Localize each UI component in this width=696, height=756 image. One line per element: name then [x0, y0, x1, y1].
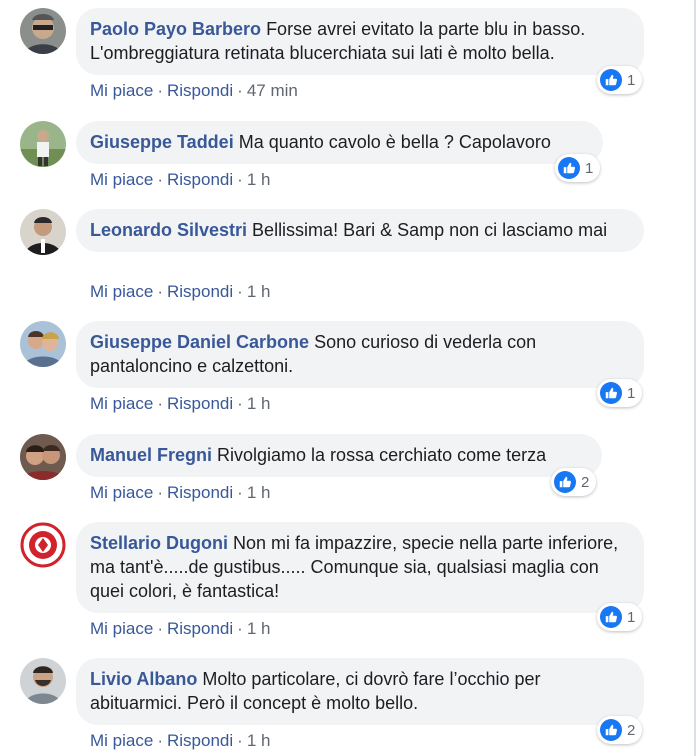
comment-bubble: Livio Albano Molto particolare, ci dovrò … [76, 658, 644, 725]
avatar[interactable] [20, 321, 66, 367]
reaction-count[interactable]: 1 [597, 66, 643, 94]
thumbs-up-icon [600, 606, 622, 628]
comment-timestamp[interactable]: 1 h [247, 394, 271, 413]
comment-author[interactable]: Leonardo Silvestri [90, 220, 247, 240]
reply-link[interactable]: Rispondi [167, 394, 233, 413]
separator-dot: · [237, 282, 243, 301]
like-link[interactable]: Mi piace [90, 731, 153, 750]
comment-bubble: Leonardo Silvestri Bellissima! Bari & Sam… [76, 209, 644, 252]
comment-bubble: Giuseppe Daniel Carbone Sono curioso di v… [76, 321, 644, 388]
separator-dot: · [157, 483, 163, 502]
reaction-number: 1 [627, 384, 636, 402]
separator-dot: · [237, 394, 243, 413]
avatar[interactable] [20, 658, 66, 704]
comment-timestamp[interactable]: 1 h [247, 170, 271, 189]
comment-actions: Mi piace · Rispondi · 1 h [90, 482, 270, 504]
avatar[interactable] [20, 522, 66, 568]
separator-dot: · [157, 170, 163, 189]
avatar[interactable] [20, 8, 66, 54]
reply-link[interactable]: Rispondi [167, 170, 233, 189]
separator-dot: · [157, 282, 163, 301]
comment-list: Paolo Payo Barbero Forse avrei evitato la… [0, 0, 696, 756]
reaction-number: 1 [627, 608, 636, 626]
comment-bubble: Manuel Fregni Rivolgiamo la rossa cerchia… [76, 434, 602, 477]
comment-timestamp[interactable]: 1 h [247, 282, 271, 301]
like-link[interactable]: Mi piace [90, 170, 153, 189]
comment-actions: Mi piace · Rispondi · 1 h [90, 281, 270, 303]
like-link[interactable]: Mi piace [90, 394, 153, 413]
separator-dot: · [237, 619, 243, 638]
comment-actions: Mi piace · Rispondi · 1 h [90, 730, 270, 752]
thumbs-up-icon [554, 471, 576, 493]
avatar[interactable] [20, 209, 66, 255]
avatar[interactable] [20, 434, 66, 480]
thumbs-up-icon [600, 69, 622, 91]
comment-author[interactable]: Giuseppe Taddei [90, 132, 234, 152]
comment-actions: Mi piace · Rispondi · 1 h [90, 169, 270, 191]
like-link[interactable]: Mi piace [90, 483, 153, 502]
reaction-number: 2 [581, 473, 590, 491]
separator-dot: · [157, 619, 163, 638]
like-link[interactable]: Mi piace [90, 282, 153, 301]
separator-dot: · [157, 731, 163, 750]
reaction-count[interactable]: 2 [597, 716, 643, 744]
comment-text: Rivolgiamo la rossa cerchiato come terza [217, 445, 547, 465]
comment-text: Bellissima! Bari & Samp non ci lasciamo … [252, 220, 608, 240]
reaction-count[interactable]: 2 [551, 468, 597, 496]
comment-author[interactable]: Livio Albano [90, 669, 197, 689]
comment-actions: Mi piace · Rispondi · 47 min [90, 80, 298, 102]
comment-bubble: Paolo Payo Barbero Forse avrei evitato la… [76, 8, 644, 75]
reply-link[interactable]: Rispondi [167, 81, 233, 100]
separator-dot: · [157, 81, 163, 100]
reaction-count[interactable]: 1 [597, 379, 643, 407]
reply-link[interactable]: Rispondi [167, 619, 233, 638]
reply-link[interactable]: Rispondi [167, 731, 233, 750]
thumbs-up-icon [558, 157, 580, 179]
comment-author[interactable]: Manuel Fregni [90, 445, 212, 465]
comment-timestamp[interactable]: 1 h [247, 483, 271, 502]
comment-actions: Mi piace · Rispondi · 1 h [90, 393, 270, 415]
comment-bubble: Stellario Dugoni Non mi fa impazzire, spe… [76, 522, 644, 613]
comment-author[interactable]: Stellario Dugoni [90, 533, 228, 553]
separator-dot: · [237, 483, 243, 502]
comment-text: Ma quanto cavolo è bella ? Capolavoro [238, 132, 551, 152]
thumbs-up-icon [600, 719, 622, 741]
reply-link[interactable]: Rispondi [167, 483, 233, 502]
separator-dot: · [237, 81, 243, 100]
comment-timestamp[interactable]: 1 h [247, 731, 271, 750]
reply-link[interactable]: Rispondi [167, 282, 233, 301]
comment-timestamp[interactable]: 1 h [247, 619, 271, 638]
comment-bubble: Giuseppe Taddei Ma quanto cavolo è bella … [76, 121, 603, 164]
avatar[interactable] [20, 121, 66, 167]
separator-dot: · [157, 394, 163, 413]
comment-author[interactable]: Paolo Payo Barbero [90, 19, 261, 39]
reaction-count[interactable]: 1 [597, 603, 643, 631]
comment-actions: Mi piace · Rispondi · 1 h [90, 618, 270, 640]
comment-timestamp[interactable]: 47 min [247, 81, 298, 100]
reaction-number: 1 [585, 159, 594, 177]
thumbs-up-icon [600, 382, 622, 404]
separator-dot: · [237, 731, 243, 750]
reaction-number: 2 [627, 721, 636, 739]
reaction-count[interactable]: 1 [555, 154, 601, 182]
separator-dot: · [237, 170, 243, 189]
reaction-number: 1 [627, 71, 636, 89]
like-link[interactable]: Mi piace [90, 81, 153, 100]
comment-author[interactable]: Giuseppe Daniel Carbone [90, 332, 309, 352]
like-link[interactable]: Mi piace [90, 619, 153, 638]
